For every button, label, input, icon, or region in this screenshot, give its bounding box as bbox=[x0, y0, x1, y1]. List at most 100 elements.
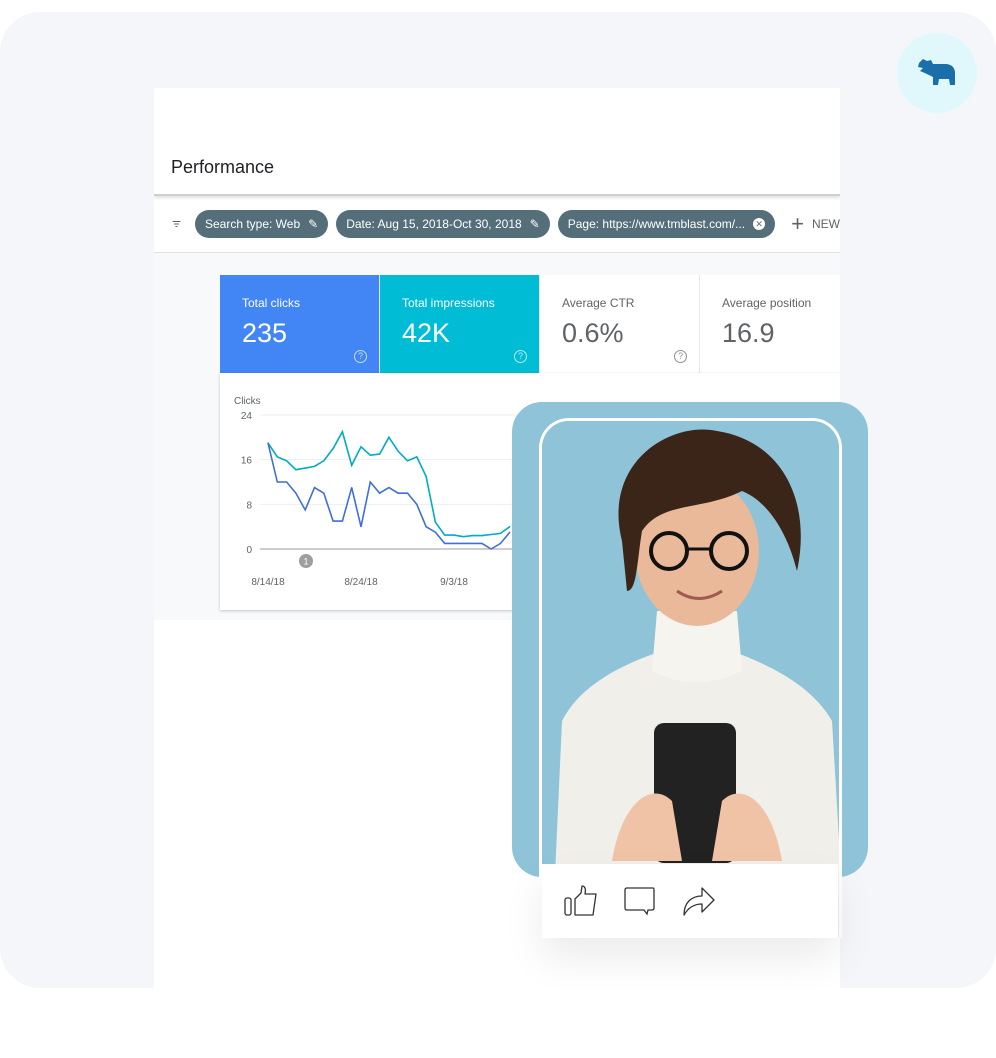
y-axis-label: Clicks bbox=[234, 396, 261, 407]
data-point bbox=[444, 534, 446, 536]
metric-average-position[interactable]: Average position16.9? bbox=[700, 275, 840, 373]
data-point bbox=[369, 481, 371, 483]
help-icon[interactable]: ? bbox=[354, 350, 367, 363]
data-point bbox=[388, 486, 390, 489]
data-point bbox=[286, 481, 288, 483]
metrics-row: Total clicks 235? Total impressions 42K? A… bbox=[220, 275, 840, 373]
metric-label: Total clicks bbox=[242, 296, 301, 310]
metric-label: Total impressions bbox=[402, 296, 495, 310]
data-point bbox=[462, 542, 464, 545]
data-point bbox=[406, 460, 409, 462]
data-point bbox=[490, 533, 492, 536]
filter-chip-page[interactable]: Page: https://www.tmblast.com/... ✕ bbox=[557, 210, 776, 238]
series-line-0 bbox=[267, 429, 511, 538]
data-point bbox=[509, 531, 511, 533]
data-point bbox=[425, 475, 427, 478]
data-point bbox=[341, 431, 343, 433]
new-label: NEW bbox=[812, 217, 840, 231]
filter-bar: Search type: Web ✎ Date: Aug 15, 2018-Oct… bbox=[154, 196, 840, 253]
logo bbox=[897, 33, 977, 113]
data-point bbox=[406, 492, 409, 494]
data-point bbox=[369, 454, 371, 456]
share-icon[interactable] bbox=[682, 886, 716, 916]
metric-value: 0.6% bbox=[562, 318, 624, 348]
filter-icon[interactable] bbox=[172, 217, 181, 231]
x-tick-label: 8/24/18 bbox=[344, 577, 378, 588]
data-point bbox=[397, 492, 399, 494]
data-point bbox=[379, 492, 381, 494]
annotation-label: 1 bbox=[303, 557, 308, 567]
close-circle-icon[interactable]: ✕ bbox=[753, 218, 766, 230]
comment-icon[interactable] bbox=[624, 886, 656, 916]
data-point bbox=[295, 492, 297, 494]
y-tick-label: 0 bbox=[246, 545, 252, 556]
help-icon[interactable]: ? bbox=[514, 350, 527, 363]
plus-icon: + bbox=[791, 211, 804, 236]
page-title: Performance bbox=[171, 157, 275, 177]
woman-with-phone-photo bbox=[542, 421, 839, 938]
data-point bbox=[472, 535, 474, 537]
x-tick-label: 9/3/18 bbox=[440, 577, 468, 588]
chip-label: Search type: Web bbox=[204, 217, 301, 231]
y-tick-label: 24 bbox=[241, 411, 253, 422]
data-point bbox=[499, 532, 502, 534]
pencil-icon[interactable]: ✎ bbox=[530, 217, 540, 231]
data-point bbox=[499, 542, 502, 545]
filter-chip-search-type[interactable]: Search type: Web ✎ bbox=[194, 210, 329, 238]
data-point bbox=[304, 509, 306, 511]
y-tick-label: 16 bbox=[241, 456, 253, 467]
data-point bbox=[425, 526, 427, 528]
data-point bbox=[472, 542, 474, 545]
data-point bbox=[416, 503, 418, 505]
data-point bbox=[304, 467, 306, 469]
data-point bbox=[434, 521, 436, 523]
metric-value: 16.9 bbox=[722, 318, 775, 348]
chip-label: Date: Aug 15, 2018-Oct 30, 2018 bbox=[346, 217, 522, 231]
metric-value: 42K bbox=[402, 318, 451, 348]
data-point bbox=[313, 486, 316, 489]
data-point bbox=[286, 460, 288, 462]
data-point bbox=[453, 534, 455, 536]
help-icon[interactable]: ? bbox=[674, 350, 687, 363]
new-filter-button[interactable]: + NEW bbox=[791, 211, 840, 237]
data-point bbox=[444, 542, 446, 545]
data-point bbox=[388, 436, 390, 438]
data-point bbox=[267, 442, 269, 444]
data-point bbox=[462, 536, 464, 538]
metric-label: Average position bbox=[722, 296, 812, 310]
series-line-1 bbox=[267, 442, 511, 550]
pencil-icon[interactable]: ✎ bbox=[308, 217, 318, 231]
data-point bbox=[341, 520, 343, 522]
social-actions-bar bbox=[542, 864, 838, 938]
x-tick-label: 8/14/18 bbox=[251, 577, 285, 588]
data-point bbox=[481, 542, 483, 545]
phone-photo-frame bbox=[539, 418, 842, 938]
metric-value: 235 bbox=[242, 318, 288, 348]
header: Performance bbox=[154, 88, 840, 196]
data-point bbox=[332, 447, 334, 450]
data-point bbox=[276, 481, 278, 483]
data-point bbox=[416, 456, 418, 458]
data-point bbox=[313, 465, 316, 467]
data-point bbox=[360, 526, 362, 528]
data-point bbox=[295, 469, 297, 471]
hippo-icon bbox=[918, 59, 955, 85]
data-point bbox=[276, 456, 278, 458]
metric-total-impressions[interactable]: Total impressions 42K? bbox=[380, 275, 540, 373]
data-point bbox=[453, 542, 455, 545]
data-point bbox=[323, 460, 325, 462]
data-point bbox=[434, 531, 436, 533]
data-point bbox=[351, 464, 353, 466]
metric-total-clicks[interactable]: Total clicks 235? bbox=[220, 275, 380, 373]
data-point bbox=[360, 446, 362, 448]
data-point bbox=[481, 535, 483, 537]
filter-chip-date[interactable]: Date: Aug 15, 2018-Oct 30, 2018 ✎ bbox=[336, 210, 550, 238]
data-point bbox=[509, 526, 511, 528]
y-tick-label: 8 bbox=[246, 500, 252, 511]
thumbs-up-icon[interactable] bbox=[564, 885, 598, 917]
metric-average-ctr[interactable]: Average CTR 0.6%? bbox=[540, 275, 700, 373]
data-point bbox=[379, 453, 381, 455]
data-point bbox=[332, 520, 334, 522]
data-point bbox=[323, 492, 325, 494]
data-point bbox=[490, 548, 492, 550]
